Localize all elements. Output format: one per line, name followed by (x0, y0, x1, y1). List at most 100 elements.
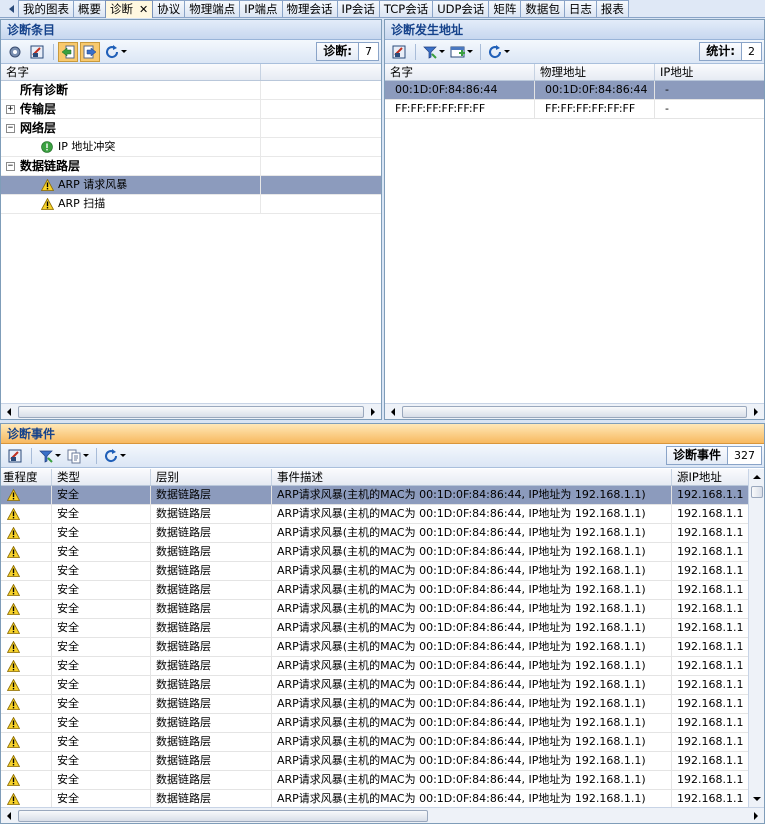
scroll-thumb[interactable] (18, 809, 428, 822)
forward-icon[interactable] (80, 41, 100, 62)
table-row[interactable]: 安全 数据链路层 ARP请求风暴(主机的MAC为 00:1D:0F:84:86:44… (1, 676, 748, 695)
scroll-right-icon[interactable] (748, 404, 764, 420)
column-header-mac[interactable]: 物理地址 (535, 64, 655, 80)
tab-5[interactable]: IP端点 (239, 0, 283, 17)
tree-item[interactable]: + 传输层 (1, 100, 381, 119)
scroll-right-icon[interactable] (365, 404, 381, 420)
tab-11[interactable]: 数据包 (520, 0, 565, 17)
cell-layer: 数据链路层 (151, 771, 272, 789)
scroll-track[interactable] (17, 809, 748, 822)
column-header-severity[interactable]: 重程度 (1, 469, 52, 485)
table-row[interactable]: 安全 数据链路层 ARP请求风暴(主机的MAC为 00:1D:0F:84:86:44… (1, 524, 748, 543)
column-header-src-ip[interactable]: 源IP地址 (672, 469, 748, 485)
close-icon[interactable]: ✕ (139, 3, 148, 16)
cell-type: 安全 (52, 714, 151, 732)
dropdown-arrow-icon[interactable] (503, 50, 510, 53)
table-row[interactable]: 安全 数据链路层 ARP请求风暴(主机的MAC为 00:1D:0F:84:86:44… (1, 752, 748, 771)
table-row[interactable]: 安全 数据链路层 ARP请求风暴(主机的MAC为 00:1D:0F:84:86:44… (1, 733, 748, 752)
table-row[interactable]: 安全 数据链路层 ARP请求风暴(主机的MAC为 00:1D:0F:84:86:44… (1, 714, 748, 733)
column-header-layer[interactable]: 层别 (151, 469, 272, 485)
filter-icon[interactable] (36, 446, 62, 466)
tree-item[interactable]: − 网络层 (1, 119, 381, 138)
scroll-left-icon[interactable] (1, 808, 17, 824)
table-row[interactable]: 安全 数据链路层 ARP请求风暴(主机的MAC为 00:1D:0F:84:86:44… (1, 581, 748, 600)
tree-item[interactable]: ARP 请求风暴 (1, 176, 381, 195)
scroll-thumb[interactable] (750, 486, 763, 498)
tab-12[interactable]: 日志 (563, 0, 597, 17)
table-row[interactable]: 安全 数据链路层 ARP请求风暴(主机的MAC为 00:1D:0F:84:86:44… (1, 657, 748, 676)
cell-description: ARP请求风暴(主机的MAC为 00:1D:0F:84:86:44, IP地址为… (272, 752, 672, 770)
table-row[interactable]: 安全 数据链路层 ARP请求风暴(主机的MAC为 00:1D:0F:84:86:44… (1, 486, 748, 505)
tab-10[interactable]: 矩阵 (488, 0, 522, 17)
table-row[interactable]: 00:1D:0F:84:86:44 00:1D:0F:84:86:44- (385, 81, 764, 100)
table-row[interactable]: 安全 数据链路层 ARP请求风暴(主机的MAC为 00:1D:0F:84:86:44… (1, 695, 748, 714)
collapse-icon[interactable]: − (6, 161, 15, 171)
scroll-right-icon[interactable] (748, 808, 764, 824)
table-row[interactable]: 安全 数据链路层 ARP请求风暴(主机的MAC为 00:1D:0F:84:86:44… (1, 619, 748, 638)
dropdown-arrow-icon[interactable] (120, 50, 127, 53)
tab-9[interactable]: UDP会话 (432, 0, 490, 17)
collapse-icon[interactable]: − (6, 123, 15, 133)
scroll-track[interactable] (401, 405, 748, 418)
scroll-thumb[interactable] (18, 405, 364, 418)
table-row[interactable]: 安全 数据链路层 ARP请求风暴(主机的MAC为 00:1D:0F:84:86:44… (1, 543, 748, 562)
dropdown-arrow-icon[interactable] (119, 454, 126, 457)
scroll-down-icon[interactable] (749, 791, 765, 807)
cell-mac: 00:1D:0F:84:86:44 (535, 81, 655, 99)
tab-8[interactable]: TCP会话 (378, 0, 434, 17)
horizontal-scrollbar[interactable] (385, 403, 764, 419)
dropdown-arrow-icon[interactable] (82, 454, 89, 457)
scroll-left-icon[interactable] (385, 404, 401, 420)
scroll-thumb[interactable] (402, 405, 747, 418)
horizontal-scrollbar[interactable] (1, 403, 381, 419)
tab-7[interactable]: IP会话 (336, 0, 380, 17)
tab-1[interactable]: 概要 (73, 0, 106, 17)
copy-icon[interactable] (64, 446, 90, 466)
scroll-up-icon[interactable] (749, 469, 765, 485)
refresh-icon[interactable] (102, 42, 128, 62)
export-icon[interactable] (5, 446, 25, 466)
tab-13[interactable]: 报表 (595, 0, 629, 17)
tab-4[interactable]: 物理端点 (184, 0, 241, 17)
vertical-scrollbar[interactable] (748, 469, 764, 807)
table-row[interactable]: 安全 数据链路层 ARP请求风暴(主机的MAC为 00:1D:0F:84:86:44… (1, 771, 748, 790)
tree-item[interactable]: 所有诊断 (1, 81, 381, 100)
table-row[interactable]: 安全 数据链路层 ARP请求风暴(主机的MAC为 00:1D:0F:84:86:44… (1, 638, 748, 657)
export-icon[interactable] (389, 42, 409, 62)
columns-icon[interactable] (448, 42, 474, 62)
table-row[interactable]: 安全 数据链路层 ARP请求风暴(主机的MAC为 00:1D:0F:84:86:44… (1, 562, 748, 581)
tree-item[interactable]: − 数据链路层 (1, 157, 381, 176)
column-header-type[interactable]: 类型 (52, 469, 151, 485)
tree-item[interactable]: ARP 扫描 (1, 195, 381, 214)
diagnosis-events-toolbar: 诊断事件 327 (1, 444, 764, 468)
dropdown-arrow-icon[interactable] (54, 454, 61, 457)
horizontal-scrollbar[interactable] (1, 807, 764, 823)
tree-item[interactable]: IP 地址冲突 (1, 138, 381, 157)
table-row[interactable]: 安全 数据链路层 ARP请求风暴(主机的MAC为 00:1D:0F:84:86:44… (1, 505, 748, 524)
column-header-name[interactable]: 名字 (1, 64, 261, 80)
filter-icon[interactable] (420, 42, 446, 62)
scroll-left-icon[interactable] (1, 404, 17, 420)
dropdown-arrow-icon[interactable] (438, 50, 445, 53)
column-header-name[interactable]: 名字 (385, 64, 535, 80)
tab-0[interactable]: 我的图表 (18, 0, 74, 17)
table-row[interactable]: 安全 数据链路层 ARP请求风暴(主机的MAC为 00:1D:0F:84:86:44… (1, 600, 748, 619)
settings-icon[interactable] (5, 42, 25, 62)
column-header-description[interactable]: 事件描述 (272, 469, 672, 485)
dropdown-arrow-icon[interactable] (466, 50, 473, 53)
refresh-icon[interactable] (101, 446, 127, 466)
tab-3[interactable]: 协议 (152, 0, 186, 17)
column-header-ip[interactable]: IP地址 (655, 64, 764, 80)
scroll-track[interactable] (17, 405, 365, 418)
tab-scroll-left-icon[interactable] (4, 0, 18, 17)
refresh-icon[interactable] (485, 42, 511, 62)
table-row[interactable]: FF:FF:FF:FF:FF:FF FF:FF:FF:FF:FF:FF - (385, 100, 764, 119)
expand-icon[interactable]: + (6, 104, 15, 114)
tab-6[interactable]: 物理会话 (281, 0, 338, 17)
cell-ip: - (665, 102, 669, 115)
table-row[interactable]: 安全 数据链路层 ARP请求风暴(主机的MAC为 00:1D:0F:84:86:44… (1, 790, 748, 807)
tab-2[interactable]: 诊断 ✕ (105, 0, 154, 18)
back-icon[interactable] (58, 41, 78, 62)
scroll-track[interactable] (749, 485, 764, 791)
export-icon[interactable] (27, 42, 47, 62)
